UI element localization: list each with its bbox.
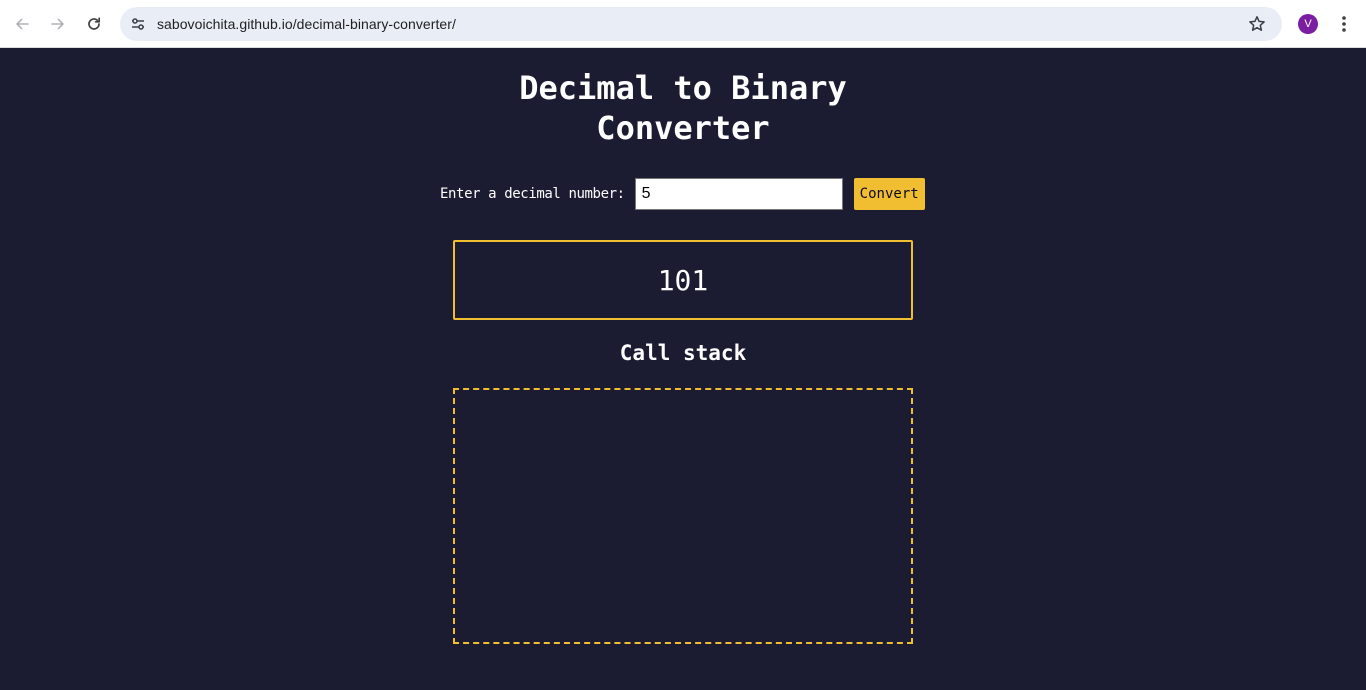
reload-button[interactable]	[78, 8, 110, 40]
back-button[interactable]	[6, 8, 38, 40]
reload-icon	[88, 17, 101, 30]
star-icon	[1249, 16, 1265, 31]
browser-menu-button[interactable]	[1330, 10, 1358, 38]
browser-toolbar: sabovoichita.github.io/decimal-binary-co…	[0, 0, 1366, 48]
bookmark-button[interactable]	[1244, 11, 1270, 37]
input-form: Enter a decimal number: Convert	[440, 178, 925, 210]
page-content: Decimal to Binary Converter Enter a deci…	[0, 48, 1366, 690]
title-line-1: Decimal to Binary	[519, 69, 847, 107]
number-input-label: Enter a decimal number:	[440, 186, 625, 202]
more-vert-icon	[1342, 16, 1346, 32]
url-text[interactable]: sabovoichita.github.io/decimal-binary-co…	[157, 16, 456, 32]
arrow-left-icon	[16, 18, 29, 30]
result-output: 101	[453, 240, 913, 320]
address-bar[interactable]: sabovoichita.github.io/decimal-binary-co…	[120, 7, 1282, 41]
profile-avatar[interactable]: V	[1298, 14, 1318, 34]
call-stack-container	[453, 388, 913, 644]
forward-button[interactable]	[42, 8, 74, 40]
title-line-2: Converter	[596, 109, 770, 147]
site-info-button[interactable]	[124, 10, 152, 38]
arrow-right-icon	[51, 18, 64, 30]
tune-icon	[132, 18, 144, 30]
page-title: Decimal to Binary Converter	[0, 68, 1366, 148]
number-input[interactable]	[634, 178, 843, 210]
call-stack-heading: Call stack	[619, 341, 747, 365]
convert-button[interactable]: Convert	[853, 178, 925, 210]
